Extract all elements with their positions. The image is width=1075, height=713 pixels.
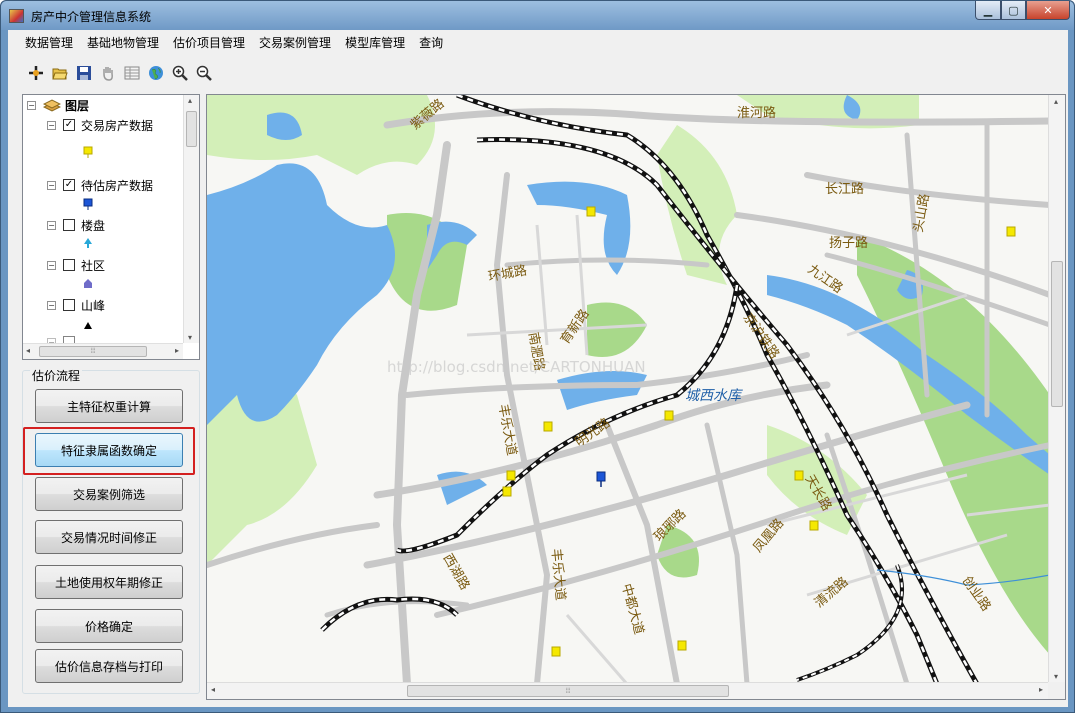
scroll-thumb[interactable] — [1051, 261, 1063, 407]
open-folder-icon[interactable] — [50, 63, 70, 83]
highlight-box — [23, 427, 195, 475]
layer-root[interactable]: − 图层 — [27, 96, 89, 114]
scroll-down-arrow[interactable]: ▾ — [1054, 672, 1058, 681]
main-feature-weight-button[interactable]: 主特征权重计算 — [35, 389, 183, 423]
zoom-in-icon[interactable] — [170, 63, 190, 83]
layer-item[interactable]: − ✓ 待估房产数据 — [47, 176, 153, 194]
menu-model-library[interactable]: 模型库管理 — [338, 30, 412, 57]
layer-item[interactable]: − ✓ 交易房产数据 — [47, 116, 153, 134]
time-adjustment-button[interactable]: 交易情况时间修正 — [35, 520, 183, 554]
map-horizontal-scrollbar[interactable]: ◂ ⦙⦙⦙ ▸ — [207, 682, 1048, 699]
road-label: 长江路 — [825, 181, 864, 197]
menu-base-features[interactable]: 基础地物管理 — [80, 30, 166, 57]
layer-item[interactable]: − 山峰 — [47, 296, 105, 314]
collapse-icon[interactable]: − — [47, 120, 56, 130]
layer-label: 楼盘 — [81, 218, 106, 233]
collapse-icon[interactable]: − — [47, 300, 56, 310]
price-determination-button[interactable]: 价格确定 — [35, 609, 183, 643]
layer-tree-panel[interactable]: − 图层 − ✓ 交易房产数据 − ✓ 待估房产数据 − 楼盘 − 社区 − 山… — [22, 94, 200, 360]
mountain-triangle-icon — [84, 322, 92, 329]
zoom-out-icon[interactable] — [194, 63, 214, 83]
community-house-icon — [84, 279, 92, 288]
case-filter-button[interactable]: 交易案例筛选 — [35, 477, 183, 511]
watermark-text: http://blog.csdn.net/CARTONHUAN — [387, 358, 646, 376]
collapse-icon[interactable]: − — [27, 100, 36, 110]
menu-bar: 数据管理 基础地物管理 估价项目管理 交易案例管理 模型库管理 查询 — [8, 30, 1068, 57]
save-icon[interactable] — [74, 63, 94, 83]
full-extent-globe-icon[interactable] — [146, 63, 166, 83]
menu-appraisal-projects[interactable]: 估价项目管理 — [166, 30, 252, 57]
collapse-icon[interactable]: − — [47, 260, 56, 270]
add-data-icon[interactable] — [26, 63, 46, 83]
toolbar — [8, 59, 1068, 87]
map-view[interactable]: 紫薇路 淮河路 长江路 扬子路 九江路 头山路 环城路 南淝路 育新路 丰乐大道… — [206, 94, 1066, 700]
layer-vertical-scrollbar[interactable]: ▴ ▾ — [183, 95, 199, 343]
scroll-thumb[interactable] — [186, 111, 197, 147]
title-bar[interactable]: 房产中介管理信息系统 ▁ ▢ ✕ — [1, 1, 1074, 30]
layer-root-label: 图层 — [65, 98, 90, 113]
building-arrow-icon — [84, 238, 92, 248]
layer-item[interactable]: − 社区 — [47, 256, 105, 274]
menu-transaction-cases[interactable]: 交易案例管理 — [252, 30, 338, 57]
collapse-icon[interactable]: − — [47, 180, 56, 190]
menu-data-management[interactable]: 数据管理 — [18, 30, 80, 57]
scroll-right-arrow[interactable]: ▸ — [175, 346, 179, 355]
layer-label: 交易房产数据 — [81, 118, 154, 133]
layer-label: 山峰 — [81, 298, 106, 313]
maximize-button[interactable]: ▢ — [1001, 1, 1026, 20]
minimize-button[interactable]: ▁ — [975, 1, 1001, 20]
scroll-down-arrow[interactable]: ▾ — [188, 333, 192, 342]
window-title: 房产中介管理信息系统 — [31, 10, 152, 24]
road-label: 扬子路 — [829, 235, 868, 251]
road-label: 淮河路 — [737, 105, 776, 121]
pan-hand-icon[interactable] — [98, 63, 118, 83]
map-canvas[interactable]: 紫薇路 淮河路 长江路 扬子路 九江路 头山路 环城路 南淝路 育新路 丰乐大道… — [207, 95, 1050, 684]
layer-item[interactable]: − 楼盘 — [47, 216, 105, 234]
scroll-up-arrow[interactable]: ▴ — [1054, 97, 1058, 106]
layer-checkbox[interactable] — [63, 219, 75, 231]
close-button[interactable]: ✕ — [1026, 1, 1070, 20]
appraisal-flow-title: 估价流程 — [30, 367, 83, 384]
layer-checkbox[interactable] — [63, 299, 75, 311]
scroll-up-arrow[interactable]: ▴ — [188, 96, 192, 105]
layer-checkbox[interactable]: ✓ — [63, 179, 75, 191]
layer-checkbox[interactable] — [63, 259, 75, 271]
archive-and-print-button[interactable]: 估价信息存档与打印 — [35, 649, 183, 683]
layers-stack-icon — [43, 99, 61, 112]
client-area: 数据管理 基础地物管理 估价项目管理 交易案例管理 模型库管理 查询 − 图层 … — [8, 30, 1068, 707]
scroll-corner — [1048, 682, 1065, 699]
attribute-table-icon[interactable] — [122, 63, 142, 83]
scroll-thumb[interactable]: ⦙⦙⦙ — [39, 346, 147, 357]
map-vertical-scrollbar[interactable]: ▴ ▾ — [1048, 95, 1065, 683]
collapse-icon[interactable]: − — [47, 220, 56, 230]
blue-pushpin-icon — [83, 198, 93, 210]
scroll-left-arrow[interactable]: ◂ — [26, 346, 30, 355]
layer-label: 社区 — [81, 258, 106, 273]
scroll-thumb[interactable]: ⦙⦙⦙ — [407, 685, 729, 697]
menu-query[interactable]: 查询 — [412, 30, 450, 57]
land-use-term-adjustment-button[interactable]: 土地使用权年期修正 — [35, 565, 183, 599]
scroll-right-arrow[interactable]: ▸ — [1039, 685, 1043, 694]
layer-label: 待估房产数据 — [81, 178, 154, 193]
app-window: 房产中介管理信息系统 ▁ ▢ ✕ 数据管理 基础地物管理 估价项目管理 交易案例… — [0, 0, 1075, 713]
yellow-pushpin-icon — [83, 146, 93, 158]
reservoir-label: 城西水库 — [685, 388, 743, 404]
layer-horizontal-scrollbar[interactable]: ◂ ⦙⦙⦙ ▸ — [23, 343, 183, 359]
scroll-left-arrow[interactable]: ◂ — [211, 685, 215, 694]
layer-checkbox[interactable]: ✓ — [63, 119, 75, 131]
app-icon — [9, 9, 24, 23]
